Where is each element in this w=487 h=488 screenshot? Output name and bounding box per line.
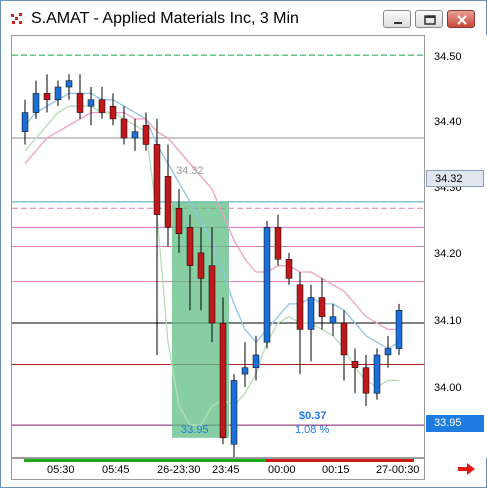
candle-body: [54, 86, 62, 101]
candle-body: [318, 297, 326, 317]
measure-end-label: 33.95: [181, 424, 209, 436]
measure-percent-label: 1.08 %: [295, 424, 330, 436]
restore-button[interactable]: [415, 10, 443, 28]
session-bar-red: [266, 459, 414, 462]
close-button[interactable]: [447, 10, 475, 28]
candle-body: [131, 131, 139, 139]
candle-body: [175, 207, 183, 234]
price-tick: 34.20: [434, 248, 462, 260]
candle-body: [252, 354, 260, 368]
current-price-tag: 34.32: [426, 170, 484, 187]
candle-body: [120, 118, 128, 139]
candle-body: [230, 380, 238, 445]
candlestick-chart[interactable]: [12, 36, 424, 457]
candle-body: [153, 144, 161, 215]
candle-body: [186, 227, 194, 266]
title-bar[interactable]: S.AMAT - Applied Materials Inc, 3 Min: [1, 1, 486, 35]
candle-body: [109, 105, 117, 120]
candle-body: [219, 322, 227, 439]
measure-change-label: $0.37: [299, 410, 327, 422]
price-tick: 34.00: [434, 382, 462, 394]
candle-body: [98, 99, 106, 113]
price-axis[interactable]: 34.50 34.40 34.30 34.20 34.10 34.00 34.3…: [425, 35, 487, 458]
close-icon: [457, 15, 467, 25]
candle-body: [329, 316, 337, 324]
time-label: 00:00: [268, 464, 296, 476]
candle-body: [296, 284, 304, 330]
measure-start-label: 34.32: [176, 165, 204, 177]
price-chart-area[interactable]: 34.32 33.95 $0.37 1.08 %: [11, 35, 425, 458]
candle-body: [43, 93, 51, 101]
candle-body: [274, 227, 282, 260]
time-label: 05:30: [47, 464, 75, 476]
candle-body: [362, 367, 370, 394]
time-label: 00:15: [322, 464, 350, 476]
candle-body: [76, 93, 84, 113]
candle-body: [87, 99, 95, 107]
session-bar-green: [24, 459, 266, 462]
candle-body: [65, 80, 73, 88]
candle-body: [32, 93, 40, 113]
candle-body: [241, 367, 249, 375]
price-tick: 34.10: [434, 315, 462, 327]
candle-body: [164, 176, 172, 228]
time-axis[interactable]: 05:30 05:45 26-23:30 23:45 00:00 00:15 2…: [11, 458, 425, 480]
candle-body: [395, 310, 403, 349]
candle-body: [142, 125, 150, 145]
restore-icon: [424, 15, 436, 25]
candle-body: [373, 354, 381, 394]
scroll-right-arrow-icon[interactable]: [456, 461, 478, 477]
window-title: S.AMAT - Applied Materials Inc, 3 Min: [31, 10, 299, 27]
time-label: 23:45: [212, 464, 240, 476]
time-label: 26-23:30: [157, 464, 201, 476]
candle-body: [340, 322, 348, 356]
candle-body: [307, 297, 315, 330]
time-label: 27-00:30: [376, 464, 420, 476]
chart-window: S.AMAT - Applied Materials Inc, 3 Min 34…: [0, 0, 487, 488]
minimize-button[interactable]: [383, 10, 411, 28]
candle-body: [285, 259, 293, 279]
candle-body: [197, 252, 205, 279]
time-label: 05:45: [102, 464, 130, 476]
last-price-tag: 33.95: [426, 415, 484, 432]
minimize-icon: [394, 22, 402, 24]
candle-body: [21, 112, 29, 132]
price-tick: 34.50: [434, 51, 462, 63]
candle-body: [384, 348, 392, 356]
price-tick: 34.40: [434, 116, 462, 128]
candle-body: [208, 265, 216, 324]
candle-body: [263, 227, 271, 343]
chart-app-icon: [10, 12, 24, 26]
candle-body: [351, 361, 359, 368]
